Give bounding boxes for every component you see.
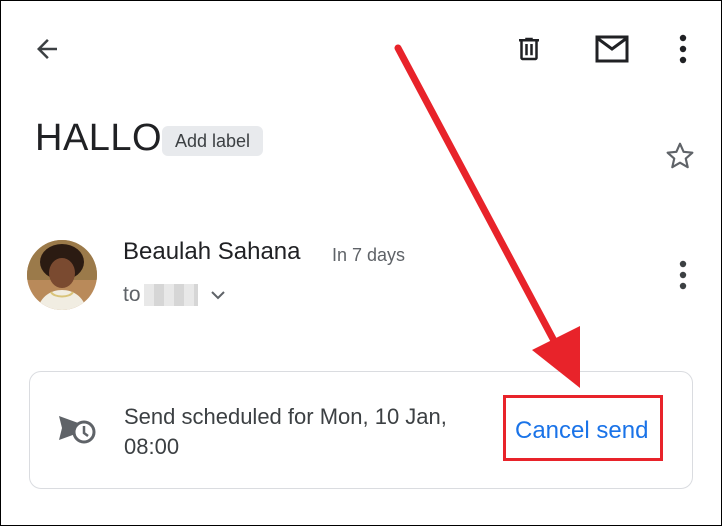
cancel-send-button[interactable]: Cancel send: [515, 417, 648, 445]
delete-button[interactable]: [504, 26, 554, 72]
mark-unread-button[interactable]: [585, 26, 639, 72]
scheduled-send-card: Send scheduled for Mon, 10 Jan, 08:00 Ca…: [29, 371, 693, 489]
more-vertical-icon: [679, 260, 687, 290]
more-options-button[interactable]: [660, 26, 706, 72]
star-button[interactable]: [656, 132, 704, 180]
arrow-left-icon: [37, 39, 57, 59]
star-outline-icon: [666, 142, 694, 169]
expand-details-button[interactable]: [210, 290, 226, 300]
to-label: to: [123, 283, 141, 306]
more-vertical-icon: [679, 34, 687, 64]
envelope-icon: [595, 35, 629, 63]
trash-icon: [519, 37, 539, 61]
redacted-recipient: [143, 284, 198, 306]
add-label-chip[interactable]: Add label: [162, 126, 264, 156]
sender-name: Beaulah Sahana: [123, 238, 301, 265]
chevron-down-icon: [210, 291, 225, 300]
scheduled-send-icon: [57, 410, 97, 451]
scheduled-time: In 7 days: [332, 245, 406, 265]
avatar-photo: [27, 240, 97, 310]
recipient-line: to: [123, 283, 226, 307]
message-more-button[interactable]: [660, 252, 706, 298]
sender-avatar[interactable]: [27, 240, 97, 310]
email-subject: HALLO: [35, 117, 163, 159]
scheduled-send-text: Send scheduled for Mon, 10 Jan, 08:00: [124, 404, 447, 459]
back-button[interactable]: [22, 26, 72, 72]
